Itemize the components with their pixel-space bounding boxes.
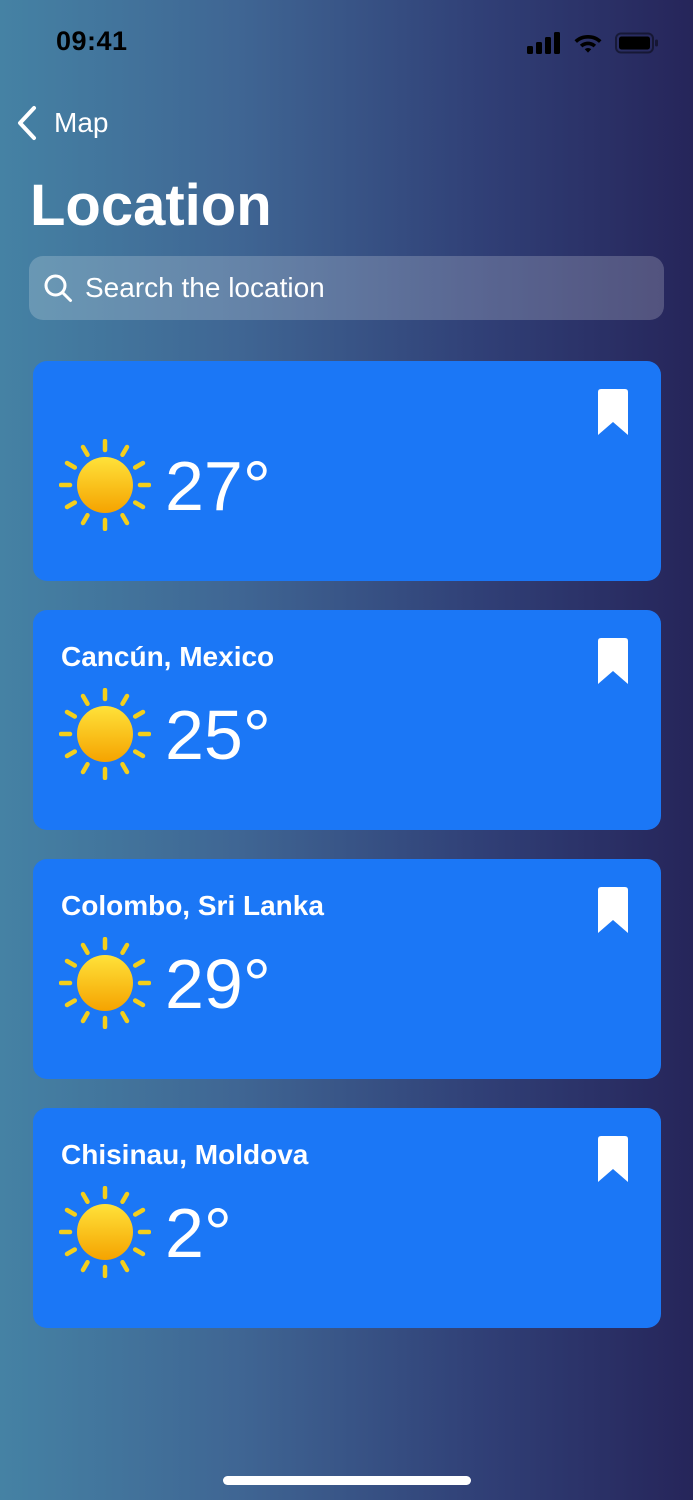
back-button[interactable]: Map <box>14 100 108 146</box>
location-card[interactable]: Colombo, Sri Lanka 29° <box>33 859 661 1079</box>
temperature: 29° <box>165 945 271 1023</box>
location-name: Colombo, Sri Lanka <box>61 890 324 921</box>
wifi-icon <box>574 35 602 53</box>
temperature: 2° <box>165 1194 232 1272</box>
bookmark-icon[interactable] <box>598 887 628 933</box>
home-indicator[interactable] <box>223 1476 471 1485</box>
sun-icon <box>59 439 151 531</box>
sun-icon <box>59 937 151 1029</box>
bookmark-icon[interactable] <box>598 1136 628 1182</box>
search-bar[interactable] <box>29 256 664 320</box>
page-title: Location <box>30 173 272 238</box>
location-list: 27° Cancún, Mexico 25° Colombo, Sri Lank… <box>33 361 661 1357</box>
location-card[interactable]: Chisinau, Moldova 2° <box>33 1108 661 1328</box>
location-name: Cancún, Mexico <box>61 641 275 672</box>
search-icon <box>44 274 72 302</box>
chevron-left-icon <box>18 106 36 140</box>
location-card[interactable]: Cancún, Mexico 25° <box>33 610 661 830</box>
location-name: Chisinau, Moldova <box>61 1139 309 1170</box>
bookmark-icon[interactable] <box>598 389 628 435</box>
search-input[interactable] <box>83 257 664 319</box>
status-time: 09:41 <box>56 26 128 56</box>
temperature: 25° <box>165 696 271 774</box>
location-card[interactable]: 27° <box>33 361 661 581</box>
back-label: Map <box>54 107 109 138</box>
bookmark-icon[interactable] <box>598 638 628 684</box>
sun-icon <box>59 1186 151 1278</box>
temperature: 27° <box>165 447 271 525</box>
cellular-signal-icon <box>527 32 560 54</box>
battery-icon <box>615 32 658 54</box>
status-bar: 09:41 <box>0 0 693 90</box>
location-screen: 09:41 Map Location Search the location 2… <box>0 0 693 1500</box>
status-icons <box>527 32 659 54</box>
sun-icon <box>59 688 151 780</box>
